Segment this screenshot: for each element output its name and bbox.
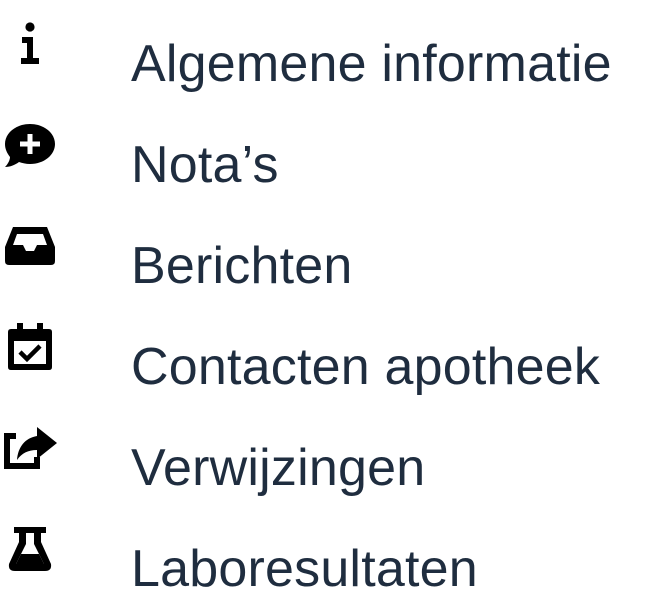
menu-item-laboresultaten[interactable]: Laboresultaten: [0, 505, 657, 605]
share-square-icon: [2, 424, 58, 472]
menu-item-algemene-informatie[interactable]: Algemene informatie: [0, 0, 657, 100]
side-menu: Algemene informatie Nota’s Berichten Con…: [0, 0, 657, 598]
menu-item-label: Berichten: [131, 237, 353, 295]
flask-icon: [2, 525, 58, 573]
inbox-icon: [2, 222, 58, 270]
menu-item-contacten-apotheek[interactable]: Contacten apotheek: [0, 303, 657, 403]
menu-item-label: Laboresultaten: [131, 540, 478, 598]
menu-item-berichten[interactable]: Berichten: [0, 202, 657, 302]
comment-plus-icon: [2, 121, 58, 169]
menu-item-verwijzingen[interactable]: Verwijzingen: [0, 404, 657, 504]
menu-item-label: Contacten apotheek: [131, 338, 601, 396]
menu-item-label: Algemene informatie: [131, 35, 612, 93]
menu-item-notas[interactable]: Nota’s: [0, 101, 657, 201]
menu-item-label: Nota’s: [131, 136, 279, 194]
info-icon: [2, 20, 58, 68]
menu-item-label: Verwijzingen: [131, 439, 426, 497]
calendar-check-icon: [2, 323, 58, 371]
